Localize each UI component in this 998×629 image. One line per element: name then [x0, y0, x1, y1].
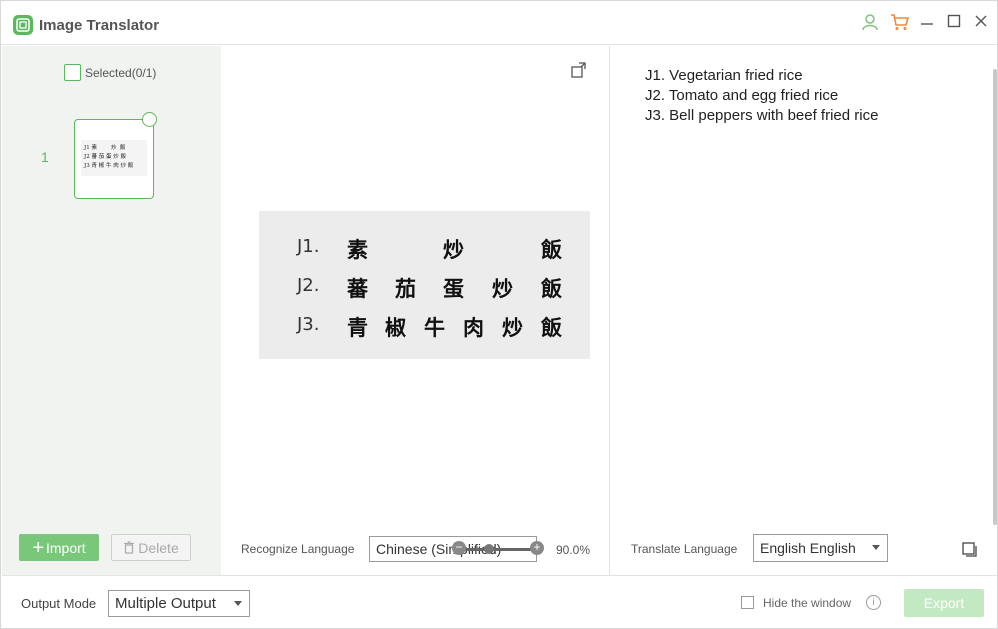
- row-char: 肉: [463, 315, 484, 340]
- row-char: 蕃: [347, 276, 368, 301]
- plus-icon: +: [32, 536, 44, 559]
- row-code: J3.: [297, 314, 320, 335]
- translation-line: J2. Tomato and egg fried rice: [645, 87, 839, 104]
- translate-language-select[interactable]: English English: [753, 534, 888, 562]
- zoom-slider-handle[interactable]: [484, 544, 494, 554]
- scrollbar[interactable]: [993, 69, 997, 525]
- output-mode-value: Multiple Output: [115, 595, 216, 612]
- preview-row: J2. 蕃 茄 蛋 炒 飯: [259, 269, 590, 307]
- output-mode-select[interactable]: Multiple Output: [108, 590, 250, 617]
- row-char: 青: [347, 315, 368, 340]
- user-icon[interactable]: [861, 13, 881, 33]
- source-image-preview: J1. 素 炒 飯 J2. 蕃 茄 蛋 炒 飯 J3. 青 椒 牛 肉 炒 飯: [259, 211, 590, 359]
- minimize-icon[interactable]: [919, 13, 939, 33]
- close-icon[interactable]: [973, 13, 993, 33]
- zoom-in-icon[interactable]: +: [530, 541, 544, 555]
- thumbnail-index: 1: [41, 149, 49, 165]
- app-window: Image Translator Selected(0/1) 1 J1 素 炒 …: [0, 0, 998, 629]
- app-logo-icon: [13, 15, 33, 35]
- row-char: 炒: [443, 237, 464, 262]
- copy-icon[interactable]: [961, 541, 979, 559]
- checkbox-box[interactable]: [64, 64, 81, 81]
- translation-line: J3. Bell peppers with beef fried rice: [645, 107, 879, 124]
- row-char: 飯: [541, 276, 562, 301]
- row-code: J1.: [297, 236, 320, 257]
- import-button[interactable]: + Import: [19, 534, 99, 561]
- bottom-bar: Output Mode Multiple Output Hide the win…: [2, 575, 997, 628]
- preview-row: J3. 青 椒 牛 肉 炒 飯: [259, 308, 590, 346]
- maximize-icon[interactable]: [946, 13, 966, 33]
- zoom-out-icon[interactable]: −: [452, 541, 466, 555]
- row-char: 素: [347, 237, 368, 262]
- selected-count-label: Selected(0/1): [85, 65, 157, 80]
- preview-row: J1. 素 炒 飯: [259, 230, 590, 268]
- output-mode-label: Output Mode: [21, 596, 97, 611]
- image-thumbnail[interactable]: J1 素 炒 飯 J2 蕃 茄 蛋 炒 飯 J3 青 椒 牛 肉 炒 飯: [74, 119, 154, 199]
- row-char: 椒: [385, 315, 406, 340]
- title-bar: Image Translator: [1, 1, 997, 45]
- hide-window-label: Hide the window: [763, 596, 852, 610]
- hide-window-checkbox[interactable]: [741, 596, 754, 609]
- row-char: 飯: [541, 237, 562, 262]
- row-char: 茄: [395, 276, 416, 301]
- translation-panel: J1. Vegetarian fried rice J2. Tomato and…: [611, 46, 997, 575]
- row-char: 炒: [502, 315, 523, 340]
- export-button[interactable]: Export: [904, 589, 984, 617]
- chevron-down-icon: [234, 601, 242, 606]
- translate-language-label: Translate Language: [631, 542, 738, 556]
- row-char: 炒: [492, 276, 513, 301]
- cart-icon[interactable]: [890, 13, 910, 33]
- row-char: 飯: [541, 315, 562, 340]
- delete-label: Delete: [138, 539, 179, 556]
- thumbnail-image: J1 素 炒 飯 J2 蕃 茄 蛋 炒 飯 J3 青 椒 牛 肉 炒 飯: [81, 140, 147, 176]
- row-code: J2.: [297, 275, 320, 296]
- translation-result[interactable]: J1. Vegetarian fried rice J2. Tomato and…: [645, 66, 878, 126]
- trash-icon: [124, 541, 135, 554]
- recognize-language-label: Recognize Language: [241, 542, 355, 556]
- import-label: Import: [46, 539, 86, 556]
- row-char: 牛: [424, 315, 445, 340]
- zoom-slider-track[interactable]: [457, 548, 537, 551]
- app-title: Image Translator: [39, 17, 160, 34]
- delete-button[interactable]: Delete: [111, 534, 191, 561]
- translation-line: J1. Vegetarian fried rice: [645, 67, 803, 84]
- image-preview-panel: J1. 素 炒 飯 J2. 蕃 茄 蛋 炒 飯 J3. 青 椒 牛 肉 炒 飯: [221, 46, 610, 575]
- select-all-checkbox[interactable]: Selected(0/1): [64, 64, 156, 81]
- chevron-down-icon: [872, 545, 880, 550]
- thumbnail-select-radio[interactable]: [142, 112, 157, 127]
- translate-language-value: English English: [760, 540, 856, 556]
- export-label: Export: [923, 595, 965, 611]
- image-list-panel: Selected(0/1) 1 J1 素 炒 飯 J2 蕃 茄 蛋 炒 飯 J3…: [2, 46, 221, 575]
- row-char: 蛋: [443, 276, 464, 301]
- rotate-icon[interactable]: [570, 61, 588, 79]
- info-icon[interactable]: i: [866, 595, 881, 610]
- zoom-value: 90.0%: [556, 543, 591, 557]
